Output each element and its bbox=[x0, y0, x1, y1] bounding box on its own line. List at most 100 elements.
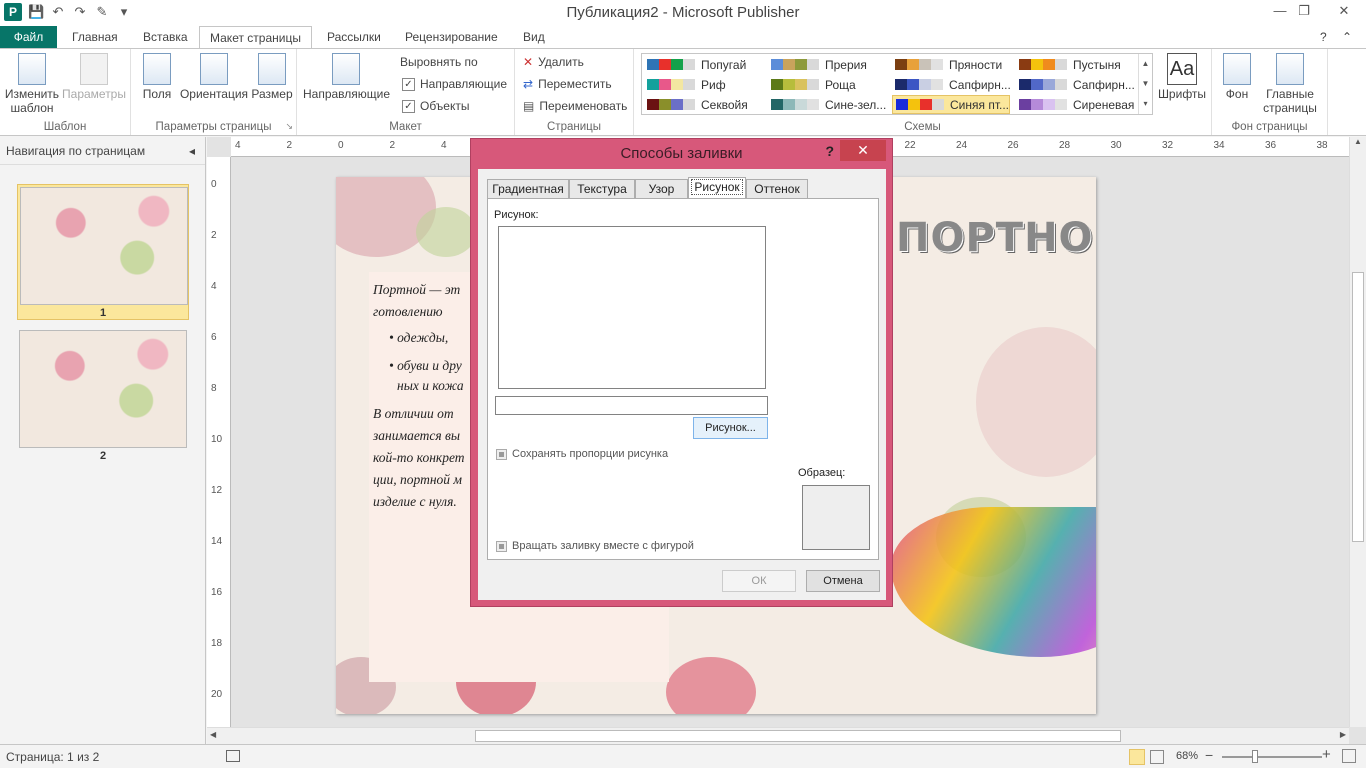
tab-view[interactable]: Вид bbox=[513, 26, 555, 48]
tab-gradient[interactable]: Градиентная bbox=[487, 179, 569, 199]
color-scheme-item[interactable]: Сапфирн... bbox=[892, 75, 1011, 94]
text-line: кой-то конкрет bbox=[373, 450, 465, 465]
scroll-up-icon[interactable]: ▲ bbox=[1350, 137, 1366, 146]
tab-mailings[interactable]: Рассылки bbox=[317, 26, 391, 48]
ruler-tick-label: 38 bbox=[1316, 140, 1328, 151]
background-button[interactable]: Фон bbox=[1220, 53, 1254, 101]
scheme-swatch bbox=[659, 59, 671, 70]
tab-pattern[interactable]: Узор bbox=[635, 179, 688, 199]
color-scheme-item[interactable]: Прерия bbox=[768, 55, 867, 74]
vertical-scrollbar[interactable]: ▲ bbox=[1349, 137, 1366, 727]
tab-insert[interactable]: Вставка bbox=[133, 26, 198, 48]
template-options-button[interactable]: Параметры bbox=[62, 53, 126, 101]
text-line: ных и кожа bbox=[397, 378, 464, 393]
gallery-down-icon[interactable]: ▼ bbox=[1139, 74, 1152, 94]
ruler-tick-label: 22 bbox=[904, 140, 916, 151]
color-scheme-item[interactable]: Сапфирн... bbox=[1016, 75, 1135, 94]
color-scheme-item[interactable]: Синяя пт... bbox=[892, 95, 1010, 114]
tab-texture[interactable]: Текстура bbox=[569, 179, 635, 199]
zoom-in-icon[interactable]: + bbox=[1322, 746, 1331, 763]
page-count-status[interactable]: Страница: 1 из 2 bbox=[6, 750, 99, 764]
scheme-name: Сине-зел... bbox=[825, 97, 887, 112]
dialog-body: Градиентная Текстура Узор Рисунок Оттено… bbox=[478, 169, 886, 600]
zoom-out-icon[interactable]: − bbox=[1205, 747, 1213, 763]
move-page-button[interactable]: ⇄ Переместить bbox=[523, 77, 612, 91]
text-line: готовлению bbox=[373, 304, 443, 319]
scheme-swatch bbox=[783, 59, 795, 70]
single-page-view-icon[interactable] bbox=[1129, 749, 1145, 765]
ruler-tick-label: 10 bbox=[211, 434, 223, 445]
tab-home[interactable]: Главная bbox=[62, 26, 128, 48]
scheme-name: Секвойя bbox=[701, 97, 748, 112]
scheme-swatch bbox=[919, 79, 931, 90]
collapse-nav-icon[interactable]: ◂ bbox=[189, 137, 195, 165]
color-scheme-item[interactable]: Роща bbox=[768, 75, 856, 94]
help-icon[interactable]: ? bbox=[1320, 26, 1327, 48]
two-page-view-icon[interactable] bbox=[1150, 750, 1164, 764]
change-template-label2: шаблон bbox=[10, 101, 54, 115]
horizontal-scroll-thumb[interactable] bbox=[475, 730, 1121, 742]
align-objects-checkbox[interactable]: ✓ Объекты bbox=[402, 99, 470, 113]
scheme-swatch bbox=[907, 59, 919, 70]
tab-page-layout[interactable]: Макет страницы bbox=[199, 26, 312, 49]
scheme-swatch bbox=[1043, 99, 1055, 110]
tab-file[interactable]: Файл bbox=[0, 26, 57, 48]
rotate-fill-checkbox[interactable]: Вращать заливку вместе с фигурой bbox=[496, 540, 694, 552]
maximize-button[interactable]: ❐ bbox=[1290, 0, 1318, 22]
size-button[interactable]: Размер bbox=[251, 53, 293, 101]
publication-title-art[interactable]: ПОРТНОЙ bbox=[896, 215, 1096, 261]
align-guides-checkbox[interactable]: ✓ Направляющие bbox=[402, 77, 507, 91]
group-pages-label: Страницы bbox=[547, 121, 601, 133]
scheme-swatch bbox=[807, 99, 819, 110]
color-scheme-item[interactable]: Пустыня bbox=[1016, 55, 1121, 74]
cancel-button[interactable]: Отмена bbox=[806, 570, 880, 592]
margins-button[interactable]: Поля bbox=[139, 53, 175, 101]
delete-page-button[interactable]: ✕ Удалить bbox=[523, 55, 584, 69]
template-options-label: Параметры bbox=[62, 87, 126, 101]
ruler-tick-label: 18 bbox=[211, 638, 223, 649]
zoom-level[interactable]: 68% bbox=[1176, 750, 1198, 762]
master-pages-button[interactable]: Главные страницы bbox=[1258, 53, 1322, 115]
guides-label: Направляющие bbox=[303, 87, 391, 101]
color-scheme-item[interactable]: Сиреневая bbox=[1016, 95, 1134, 114]
gallery-more-icon[interactable]: ▾ bbox=[1139, 94, 1152, 114]
color-scheme-item[interactable]: Секвойя bbox=[644, 95, 748, 114]
guides-button[interactable]: Направляющие bbox=[303, 53, 391, 101]
color-scheme-item[interactable]: Попугай bbox=[644, 55, 746, 74]
orientation-button[interactable]: Ориентация bbox=[179, 53, 249, 101]
close-window-button[interactable]: ✕ bbox=[1322, 0, 1366, 22]
vertical-scroll-thumb[interactable] bbox=[1352, 272, 1364, 542]
checkbox-indeterminate-icon bbox=[496, 540, 507, 552]
select-picture-button[interactable]: Рисунок... bbox=[693, 417, 768, 439]
collapse-ribbon-icon[interactable]: ⌃ bbox=[1342, 26, 1352, 48]
zoom-slider-thumb[interactable] bbox=[1252, 750, 1258, 763]
color-scheme-item[interactable]: Сине-зел... bbox=[768, 95, 886, 114]
dialog-help-icon[interactable]: ? bbox=[825, 143, 834, 159]
change-template-button[interactable]: Изменить шаблон bbox=[4, 53, 60, 115]
ruler-tick-label: 2 bbox=[286, 140, 293, 151]
scroll-left-icon[interactable]: ◀ bbox=[210, 730, 216, 739]
zoom-slider[interactable] bbox=[1222, 756, 1322, 758]
horizontal-scrollbar[interactable]: ◀ ▶ bbox=[207, 727, 1349, 744]
color-scheme-item[interactable]: Риф bbox=[644, 75, 726, 94]
vertical-ruler[interactable]: 0 2 4 6 8 10 12 14 16 18 20 bbox=[207, 157, 231, 729]
tab-review[interactable]: Рецензирование bbox=[395, 26, 508, 48]
keep-aspect-ratio-checkbox[interactable]: Сохранять пропорции рисунка bbox=[496, 448, 668, 460]
color-scheme-item[interactable]: Пряности bbox=[892, 55, 1002, 74]
ok-button[interactable]: ОК bbox=[722, 570, 796, 592]
scroll-right-icon[interactable]: ▶ bbox=[1340, 730, 1346, 739]
tab-picture[interactable]: Рисунок bbox=[688, 177, 746, 199]
rename-page-button[interactable]: ▤ Переименовать bbox=[523, 99, 627, 113]
fonts-button[interactable]: Aa Шрифты bbox=[1156, 53, 1208, 101]
page-setup-launcher-icon[interactable]: ↘ bbox=[285, 121, 293, 132]
gallery-up-icon[interactable]: ▲ bbox=[1139, 54, 1152, 74]
fit-page-icon[interactable] bbox=[1342, 749, 1356, 763]
page-thumbnail-1[interactable]: 1 bbox=[17, 184, 189, 320]
dialog-close-button[interactable]: ✕ bbox=[840, 140, 886, 161]
scheme-name: Синяя пт... bbox=[950, 97, 1009, 112]
gallery-scroll[interactable]: ▲ ▼ ▾ bbox=[1138, 54, 1152, 114]
tab-tint[interactable]: Оттенок bbox=[746, 179, 808, 199]
page-thumbnail-2[interactable]: 2 bbox=[17, 328, 189, 462]
group-template: Изменить шаблон Параметры Шаблон bbox=[0, 49, 131, 135]
move-page-icon: ⇄ bbox=[523, 77, 534, 91]
